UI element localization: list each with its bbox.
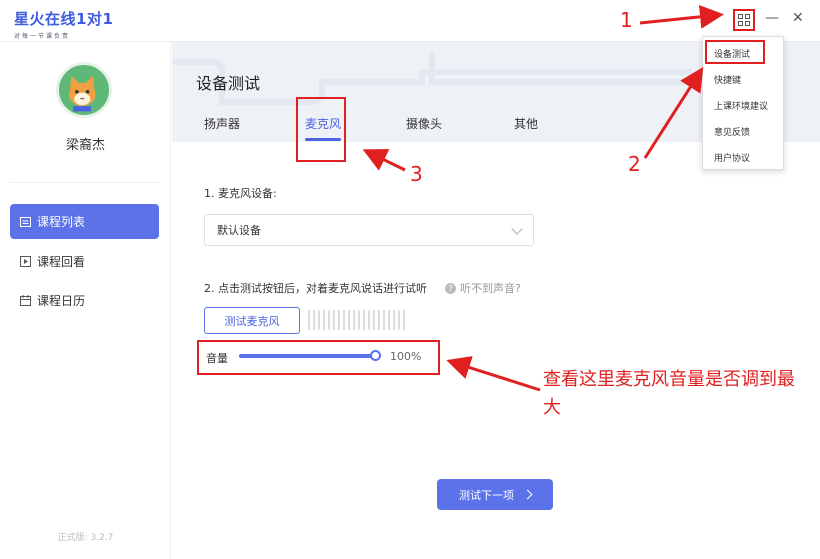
calendar-icon	[20, 295, 31, 306]
tab-other[interactable]: 其他	[514, 115, 538, 132]
sidebar-item-label: 课程列表	[37, 215, 86, 229]
menu-item-environment-tips[interactable]: 上课环境建议	[714, 99, 768, 112]
play-icon	[20, 256, 31, 267]
version-label: 正式版: 3.2.7	[57, 533, 114, 543]
annotation-note: 查看这里麦克风音量是否调到最大	[543, 369, 795, 418]
mic-level-meter	[308, 310, 408, 330]
avatar[interactable]	[56, 62, 112, 118]
menu-item-user-agreement[interactable]: 用户协议	[714, 151, 750, 164]
annotation-box-mic-tab	[296, 97, 346, 162]
username: 梁裔杰	[65, 138, 105, 153]
mic-device-label: 1. 麦克风设备:	[204, 187, 277, 200]
chevron-down-icon	[511, 223, 523, 235]
title-bar: 星火在线1对1 对每一节课负责 — ✕	[0, 0, 820, 42]
question-icon: ?	[445, 282, 456, 294]
test-next-label: 测试下一项	[459, 488, 514, 502]
chevron-right-icon	[522, 489, 533, 500]
annotation-number-1: 1	[620, 8, 633, 32]
grid-icon	[738, 14, 750, 26]
help-link[interactable]: ? 听不到声音?	[445, 280, 521, 296]
cat-avatar-icon	[59, 65, 104, 112]
app-logo: 星火在线1对1 对每一节课负责	[14, 8, 113, 40]
sidebar-item-course-calendar[interactable]: 课程日历	[10, 283, 159, 318]
sidebar-item-label: 课程回看	[37, 255, 86, 269]
sidebar-item-label: 课程日历	[37, 294, 86, 308]
page-title: 设备测试	[196, 74, 261, 93]
sidebar: 梁裔杰 课程列表 课程回看 课程日历 正式版: 3.2.7	[0, 42, 171, 559]
test-next-button[interactable]: 测试下一项	[437, 479, 553, 510]
tab-camera[interactable]: 摄像头	[406, 115, 442, 132]
mic-device-select[interactable]: 默认设备	[204, 214, 534, 246]
sidebar-item-course-replay[interactable]: 课程回看	[10, 244, 159, 279]
annotation-box-device-test	[705, 40, 765, 64]
test-microphone-button[interactable]: 测试麦克风	[204, 307, 300, 334]
logo-text: 星火在线1对1	[14, 10, 114, 28]
annotation-number-3: 3	[410, 162, 423, 186]
close-button[interactable]: ✕	[792, 10, 804, 26]
tab-speaker[interactable]: 扬声器	[204, 115, 240, 132]
annotation-box-volume	[197, 340, 440, 375]
more-menu-button[interactable]	[733, 9, 755, 31]
menu-item-feedback[interactable]: 意见反馈	[714, 125, 750, 138]
help-text: 听不到声音?	[460, 282, 521, 295]
calendar-list-icon	[20, 217, 31, 227]
annotation-number-2: 2	[628, 152, 641, 176]
menu-item-shortcuts[interactable]: 快捷键	[714, 73, 741, 86]
sidebar-item-course-list[interactable]: 课程列表	[10, 204, 159, 239]
mic-device-value: 默认设备	[217, 224, 261, 237]
sidebar-divider	[10, 182, 160, 183]
test-instruction: 2. 点击测试按钮后，对着麦克风说话进行试听	[204, 282, 427, 295]
minimize-button[interactable]: —	[765, 10, 779, 26]
logo-subtitle: 对每一节课负责	[14, 33, 71, 40]
